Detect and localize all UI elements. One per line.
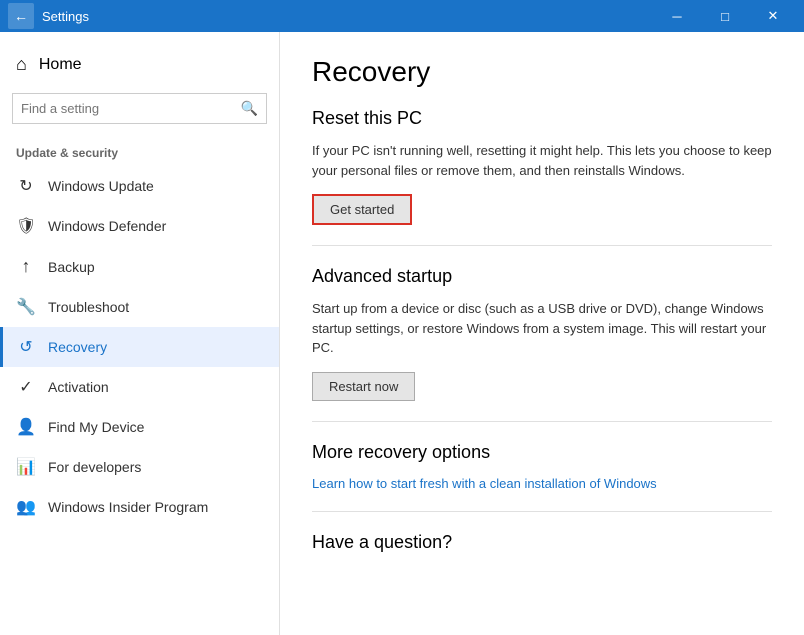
more-options-title: More recovery options <box>312 442 772 463</box>
divider-1 <box>312 245 772 246</box>
minimize-button[interactable]: ─ <box>654 0 700 32</box>
close-button[interactable]: ✕ <box>750 0 796 32</box>
close-icon: ✕ <box>768 8 779 24</box>
divider-2 <box>312 421 772 422</box>
sidebar-home[interactable]: ⌂ Home <box>0 44 279 85</box>
search-box: 🔍 <box>12 93 267 124</box>
titlebar-title: Settings <box>42 9 89 24</box>
minimize-icon: ─ <box>672 9 681 24</box>
titlebar: ← Settings ─ □ ✕ <box>0 0 804 32</box>
back-button[interactable]: ← <box>8 3 34 29</box>
search-icon: 🔍 <box>233 94 266 123</box>
sidebar-item-label: Find My Device <box>48 419 144 435</box>
windows-insider-icon: 👥 <box>16 497 36 517</box>
reset-pc-title: Reset this PC <box>312 108 772 129</box>
advanced-startup-title: Advanced startup <box>312 266 772 287</box>
sidebar-item-windows-update[interactable]: ↻ Windows Update <box>0 166 279 206</box>
content-area: Recovery Reset this PC If your PC isn't … <box>280 32 804 635</box>
sidebar-item-find-my-device[interactable]: 👤 Find My Device <box>0 407 279 447</box>
activation-icon: ✓ <box>16 377 36 397</box>
sidebar-item-troubleshoot[interactable]: 🔧 Troubleshoot <box>0 287 279 327</box>
sidebar: ⌂ Home 🔍 Update & security ↻ Windows Upd… <box>0 32 280 635</box>
sidebar-item-for-developers[interactable]: 📊 For developers <box>0 447 279 487</box>
sidebar-item-label: Recovery <box>48 339 107 355</box>
sidebar-item-label: Activation <box>48 379 109 395</box>
recovery-icon: ↺ <box>16 337 36 357</box>
backup-icon: ↑ <box>16 256 36 277</box>
sidebar-item-backup[interactable]: ↑ Backup <box>0 246 279 287</box>
sidebar-item-windows-defender[interactable]: 🛡 Windows Defender <box>0 206 279 246</box>
fresh-install-link[interactable]: Learn how to start fresh with a clean in… <box>312 476 657 491</box>
for-developers-icon: 📊 <box>16 457 36 477</box>
get-started-button[interactable]: Get started <box>312 194 412 225</box>
page-title: Recovery <box>312 56 772 88</box>
sidebar-item-label: Troubleshoot <box>48 299 129 315</box>
windows-defender-icon: 🛡 <box>16 216 36 236</box>
maximize-icon: □ <box>721 9 729 24</box>
titlebar-controls: ─ □ ✕ <box>654 0 796 32</box>
search-input[interactable] <box>13 95 233 122</box>
advanced-startup-desc: Start up from a device or disc (such as … <box>312 299 772 358</box>
restart-now-button[interactable]: Restart now <box>312 372 415 401</box>
sidebar-section-label: Update & security <box>0 132 279 166</box>
sidebar-item-label: Windows Insider Program <box>48 499 208 515</box>
sidebar-item-label: Windows Update <box>48 178 154 194</box>
app-body: ⌂ Home 🔍 Update & security ↻ Windows Upd… <box>0 32 804 635</box>
maximize-button[interactable]: □ <box>702 0 748 32</box>
sidebar-item-label: Windows Defender <box>48 218 166 234</box>
sidebar-item-label: For developers <box>48 459 141 475</box>
home-icon: ⌂ <box>16 54 27 75</box>
have-question-title: Have a question? <box>312 532 772 553</box>
windows-update-icon: ↻ <box>16 176 36 196</box>
reset-pc-desc: If your PC isn't running well, resetting… <box>312 141 772 180</box>
find-my-device-icon: 👤 <box>16 417 36 437</box>
sidebar-item-windows-insider[interactable]: 👥 Windows Insider Program <box>0 487 279 527</box>
back-icon: ← <box>14 8 28 24</box>
sidebar-item-label: Backup <box>48 259 95 275</box>
troubleshoot-icon: 🔧 <box>16 297 36 317</box>
titlebar-left: ← Settings <box>8 3 89 29</box>
divider-3 <box>312 511 772 512</box>
home-label: Home <box>39 56 82 74</box>
sidebar-item-activation[interactable]: ✓ Activation <box>0 367 279 407</box>
sidebar-item-recovery[interactable]: ↺ Recovery <box>0 327 279 367</box>
